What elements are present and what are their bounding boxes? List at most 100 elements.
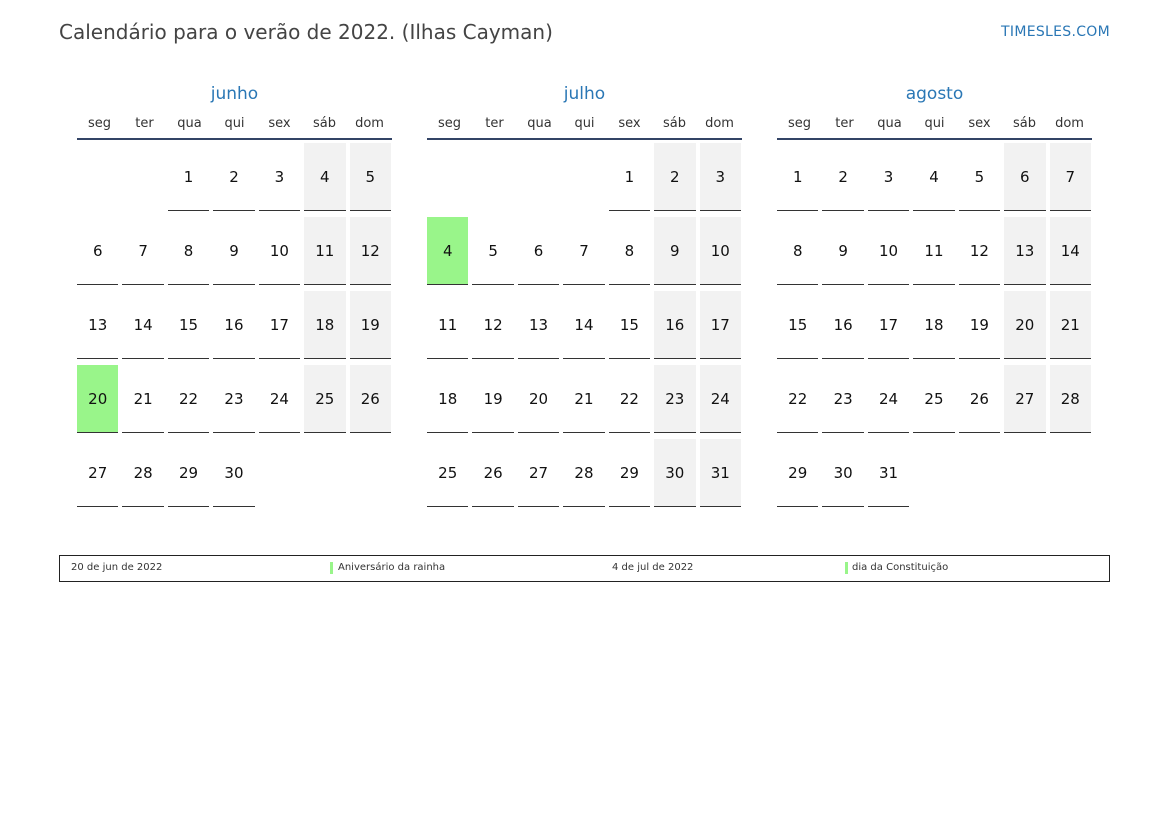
day-cell: 22	[608, 365, 651, 433]
day-cell: 20	[517, 365, 560, 433]
day-cell: 10	[258, 217, 301, 285]
weekday-header: seg ter qua qui sex sáb dom	[427, 114, 742, 140]
empty-cell	[122, 143, 163, 210]
weekday-label: dom	[355, 116, 384, 131]
weekday-label: seg	[87, 116, 112, 131]
weekday-label: dom	[1055, 116, 1084, 131]
day-cell: 21	[122, 365, 164, 433]
day-cell: 12	[472, 291, 514, 359]
day-cell: 24	[258, 365, 301, 433]
day-cell: 4	[913, 143, 955, 211]
day-cell: 5	[958, 143, 1001, 211]
day-cell: 15	[167, 291, 210, 359]
day-cell: 27	[1004, 365, 1046, 433]
day-cell: 27	[517, 439, 560, 507]
weekday-label: qui	[924, 116, 945, 131]
day-cell: 17	[867, 291, 910, 359]
day-cell: 18	[913, 291, 955, 359]
day-cell: 29	[777, 439, 819, 507]
day-cell: 11	[304, 217, 346, 285]
month-july: julho seg ter qua qui sex sáb dom 1 2 3 4 5 6 7 8 9 10 1…	[427, 82, 742, 513]
day-cell: 10	[699, 217, 741, 285]
day-cell: 13	[1004, 217, 1046, 285]
day-cell: 4	[304, 143, 346, 211]
day-cell: 30	[213, 439, 255, 507]
day-cell: 22	[167, 365, 210, 433]
day-cell: 13	[517, 291, 560, 359]
day-cell: 24	[699, 365, 741, 433]
month-name: agosto	[905, 84, 964, 104]
weekday-label: ter	[835, 116, 854, 131]
holiday-day-cell: 20	[77, 365, 119, 433]
day-cell: 2	[822, 143, 864, 211]
day-cell: 21	[1049, 291, 1091, 359]
day-cell: 3	[699, 143, 741, 211]
month-august: agosto seg ter qua qui sex sáb dom 1 2 3 4 5 6 7 8 9 10…	[777, 82, 1092, 513]
day-cell: 17	[258, 291, 301, 359]
legend-date: 4 de jul de 2022	[612, 562, 694, 573]
day-cell: 18	[304, 291, 346, 359]
day-cell: 3	[867, 143, 910, 211]
day-cell: 21	[563, 365, 605, 433]
day-cell: 12	[349, 217, 391, 285]
day-cell: 2	[654, 143, 696, 211]
page-title: Calendário para o verão de 2022. (Ilhas …	[59, 20, 553, 44]
holiday-legend: 20 de jun de 2022 Aniversário da rainha …	[59, 555, 1110, 582]
day-cell: 23	[213, 365, 255, 433]
weekday-label: dom	[705, 116, 734, 131]
day-cell: 26	[472, 439, 514, 507]
day-cell: 28	[563, 439, 605, 507]
day-cell: 29	[608, 439, 651, 507]
empty-cell	[518, 143, 559, 210]
day-cell: 31	[867, 439, 910, 507]
day-cell: 15	[608, 291, 651, 359]
site-link[interactable]: TIMESLES.COM	[1001, 24, 1110, 40]
legend-date: 20 de jun de 2022	[71, 562, 163, 573]
weekday-label: ter	[485, 116, 504, 131]
weekday-header: seg ter qua qui sex sáb dom	[77, 114, 392, 140]
empty-cell	[77, 143, 118, 210]
holiday-color-swatch	[845, 562, 848, 574]
day-cell: 8	[608, 217, 651, 285]
day-cell: 9	[213, 217, 255, 285]
day-grid: 1 2 3 4 5 6 7 8 9 10 11 12 13 14 15 16 17 18 19 20 21 22 23 24 2…	[777, 143, 1092, 513]
empty-cell	[427, 143, 468, 210]
day-grid: 1 2 3 4 5 6 7 8 9 10 11 12 13 14 15 16 17 18 19 20 21 22 23 24 2…	[427, 143, 742, 513]
day-cell: 23	[822, 365, 864, 433]
day-cell: 19	[349, 291, 391, 359]
weekday-label: qua	[177, 116, 202, 131]
day-cell: 16	[822, 291, 864, 359]
day-cell: 13	[77, 291, 119, 359]
holiday-color-swatch	[330, 562, 333, 574]
day-cell: 14	[1049, 217, 1091, 285]
weekday-label: qua	[527, 116, 552, 131]
holiday-day-cell: 4	[427, 217, 469, 285]
day-cell: 24	[867, 365, 910, 433]
day-cell: 5	[349, 143, 391, 211]
day-cell: 15	[777, 291, 819, 359]
day-cell: 3	[258, 143, 301, 211]
day-cell: 9	[654, 217, 696, 285]
day-cell: 12	[958, 217, 1001, 285]
weekday-label: sex	[268, 116, 291, 131]
day-cell: 30	[822, 439, 864, 507]
day-cell: 26	[349, 365, 391, 433]
day-cell: 8	[777, 217, 819, 285]
day-cell: 1	[608, 143, 651, 211]
day-cell: 11	[427, 291, 469, 359]
weekday-label: seg	[437, 116, 462, 131]
day-cell: 7	[122, 217, 164, 285]
legend-holiday-name: Aniversário da rainha	[338, 562, 446, 573]
day-cell: 6	[77, 217, 119, 285]
weekday-label: qua	[877, 116, 902, 131]
weekday-label: seg	[787, 116, 812, 131]
day-cell: 31	[699, 439, 741, 507]
weekday-label: qui	[574, 116, 595, 131]
day-cell: 25	[304, 365, 346, 433]
day-cell: 29	[167, 439, 210, 507]
day-cell: 26	[958, 365, 1001, 433]
weekday-label: sex	[968, 116, 991, 131]
weekday-label: sáb	[663, 116, 686, 131]
empty-cell	[472, 143, 513, 210]
day-cell: 6	[1004, 143, 1046, 211]
